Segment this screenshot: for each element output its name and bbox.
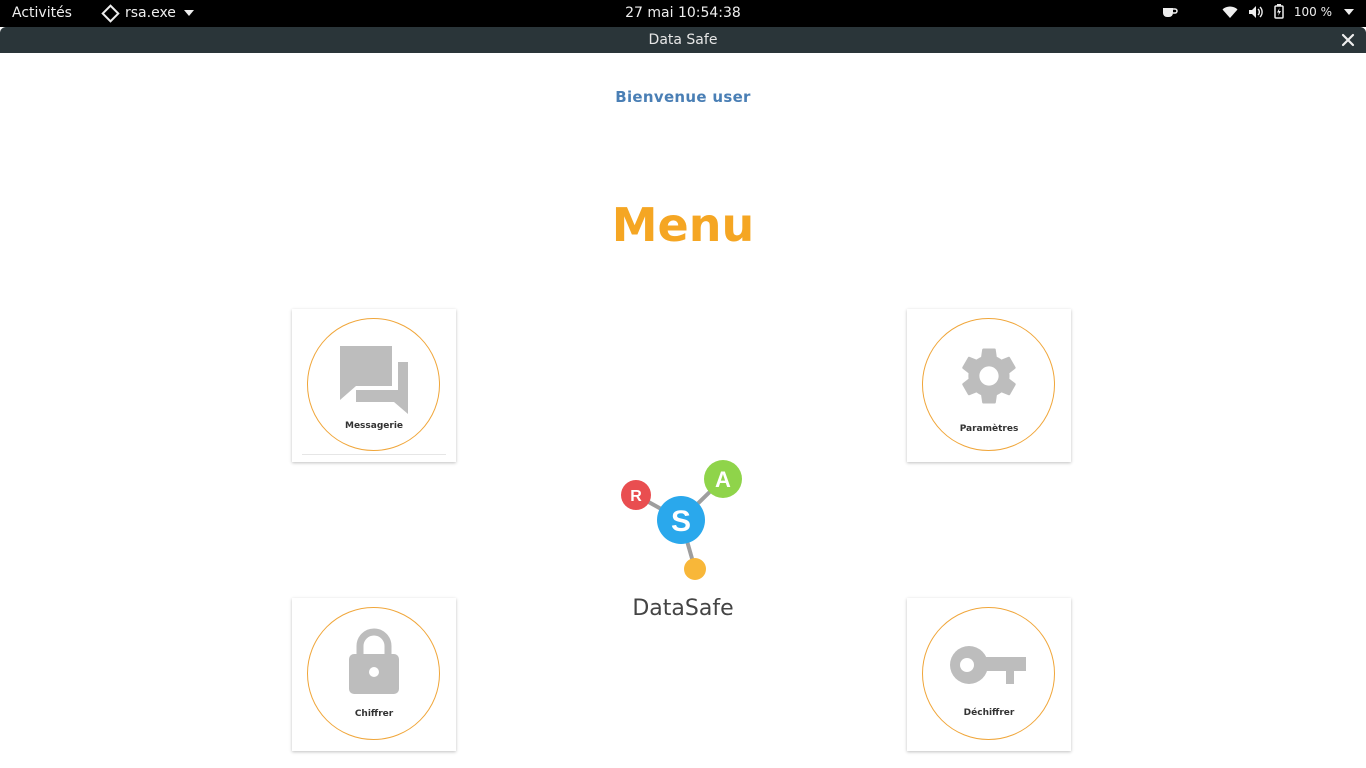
battery-level: 100 % [1293, 4, 1332, 19]
close-button[interactable] [1338, 30, 1358, 50]
status-area[interactable]: 100 % [1162, 4, 1354, 19]
lock-icon [349, 628, 399, 694]
key-icon [950, 646, 1026, 684]
system-top-bar: Activités rsa.exe 27 mai 10:54:38 100 % [0, 0, 1366, 27]
app-diamond-icon [101, 3, 120, 23]
welcome-text: Bienvenue user [615, 88, 751, 106]
app-name: rsa.exe [125, 5, 176, 21]
chat-icon [340, 346, 408, 414]
parametres-button[interactable]: Paramètres [907, 309, 1071, 462]
clock-text[interactable]: 27 mai 10:54:38 [625, 5, 741, 21]
logo-letter-a: A [715, 467, 731, 492]
dechiffrer-label: Déchiffrer [963, 708, 1015, 718]
chiffrer-label: Chiffrer [354, 709, 394, 719]
logo-letter-s: S [671, 505, 691, 538]
coffee-icon[interactable] [1162, 5, 1178, 19]
logo-letter-r: R [630, 488, 642, 505]
card-divider [302, 454, 446, 455]
parametres-label: Paramètres [959, 424, 1019, 434]
activities-button[interactable]: Activités [12, 5, 72, 21]
datasafe-logo: R A S [621, 460, 742, 580]
wifi-icon[interactable] [1222, 5, 1238, 19]
dechiffrer-button[interactable]: Déchiffrer [907, 598, 1071, 751]
window-title-bar: Data Safe [0, 27, 1366, 53]
messagerie-label: Messagerie [344, 421, 404, 431]
app-menu[interactable]: rsa.exe [101, 3, 194, 23]
chevron-down-icon [1344, 8, 1354, 15]
brand-name: DataSafe [632, 596, 734, 621]
chiffrer-button[interactable]: Chiffrer [292, 598, 456, 751]
messagerie-button[interactable]: Messagerie [292, 309, 456, 462]
chevron-down-icon [183, 10, 194, 16]
page-title: Menu [611, 198, 755, 252]
volume-icon[interactable] [1248, 5, 1264, 19]
close-icon [1341, 33, 1355, 47]
battery-icon[interactable] [1274, 4, 1284, 19]
gear-icon [962, 348, 1016, 404]
window-title: Data Safe [648, 32, 718, 48]
